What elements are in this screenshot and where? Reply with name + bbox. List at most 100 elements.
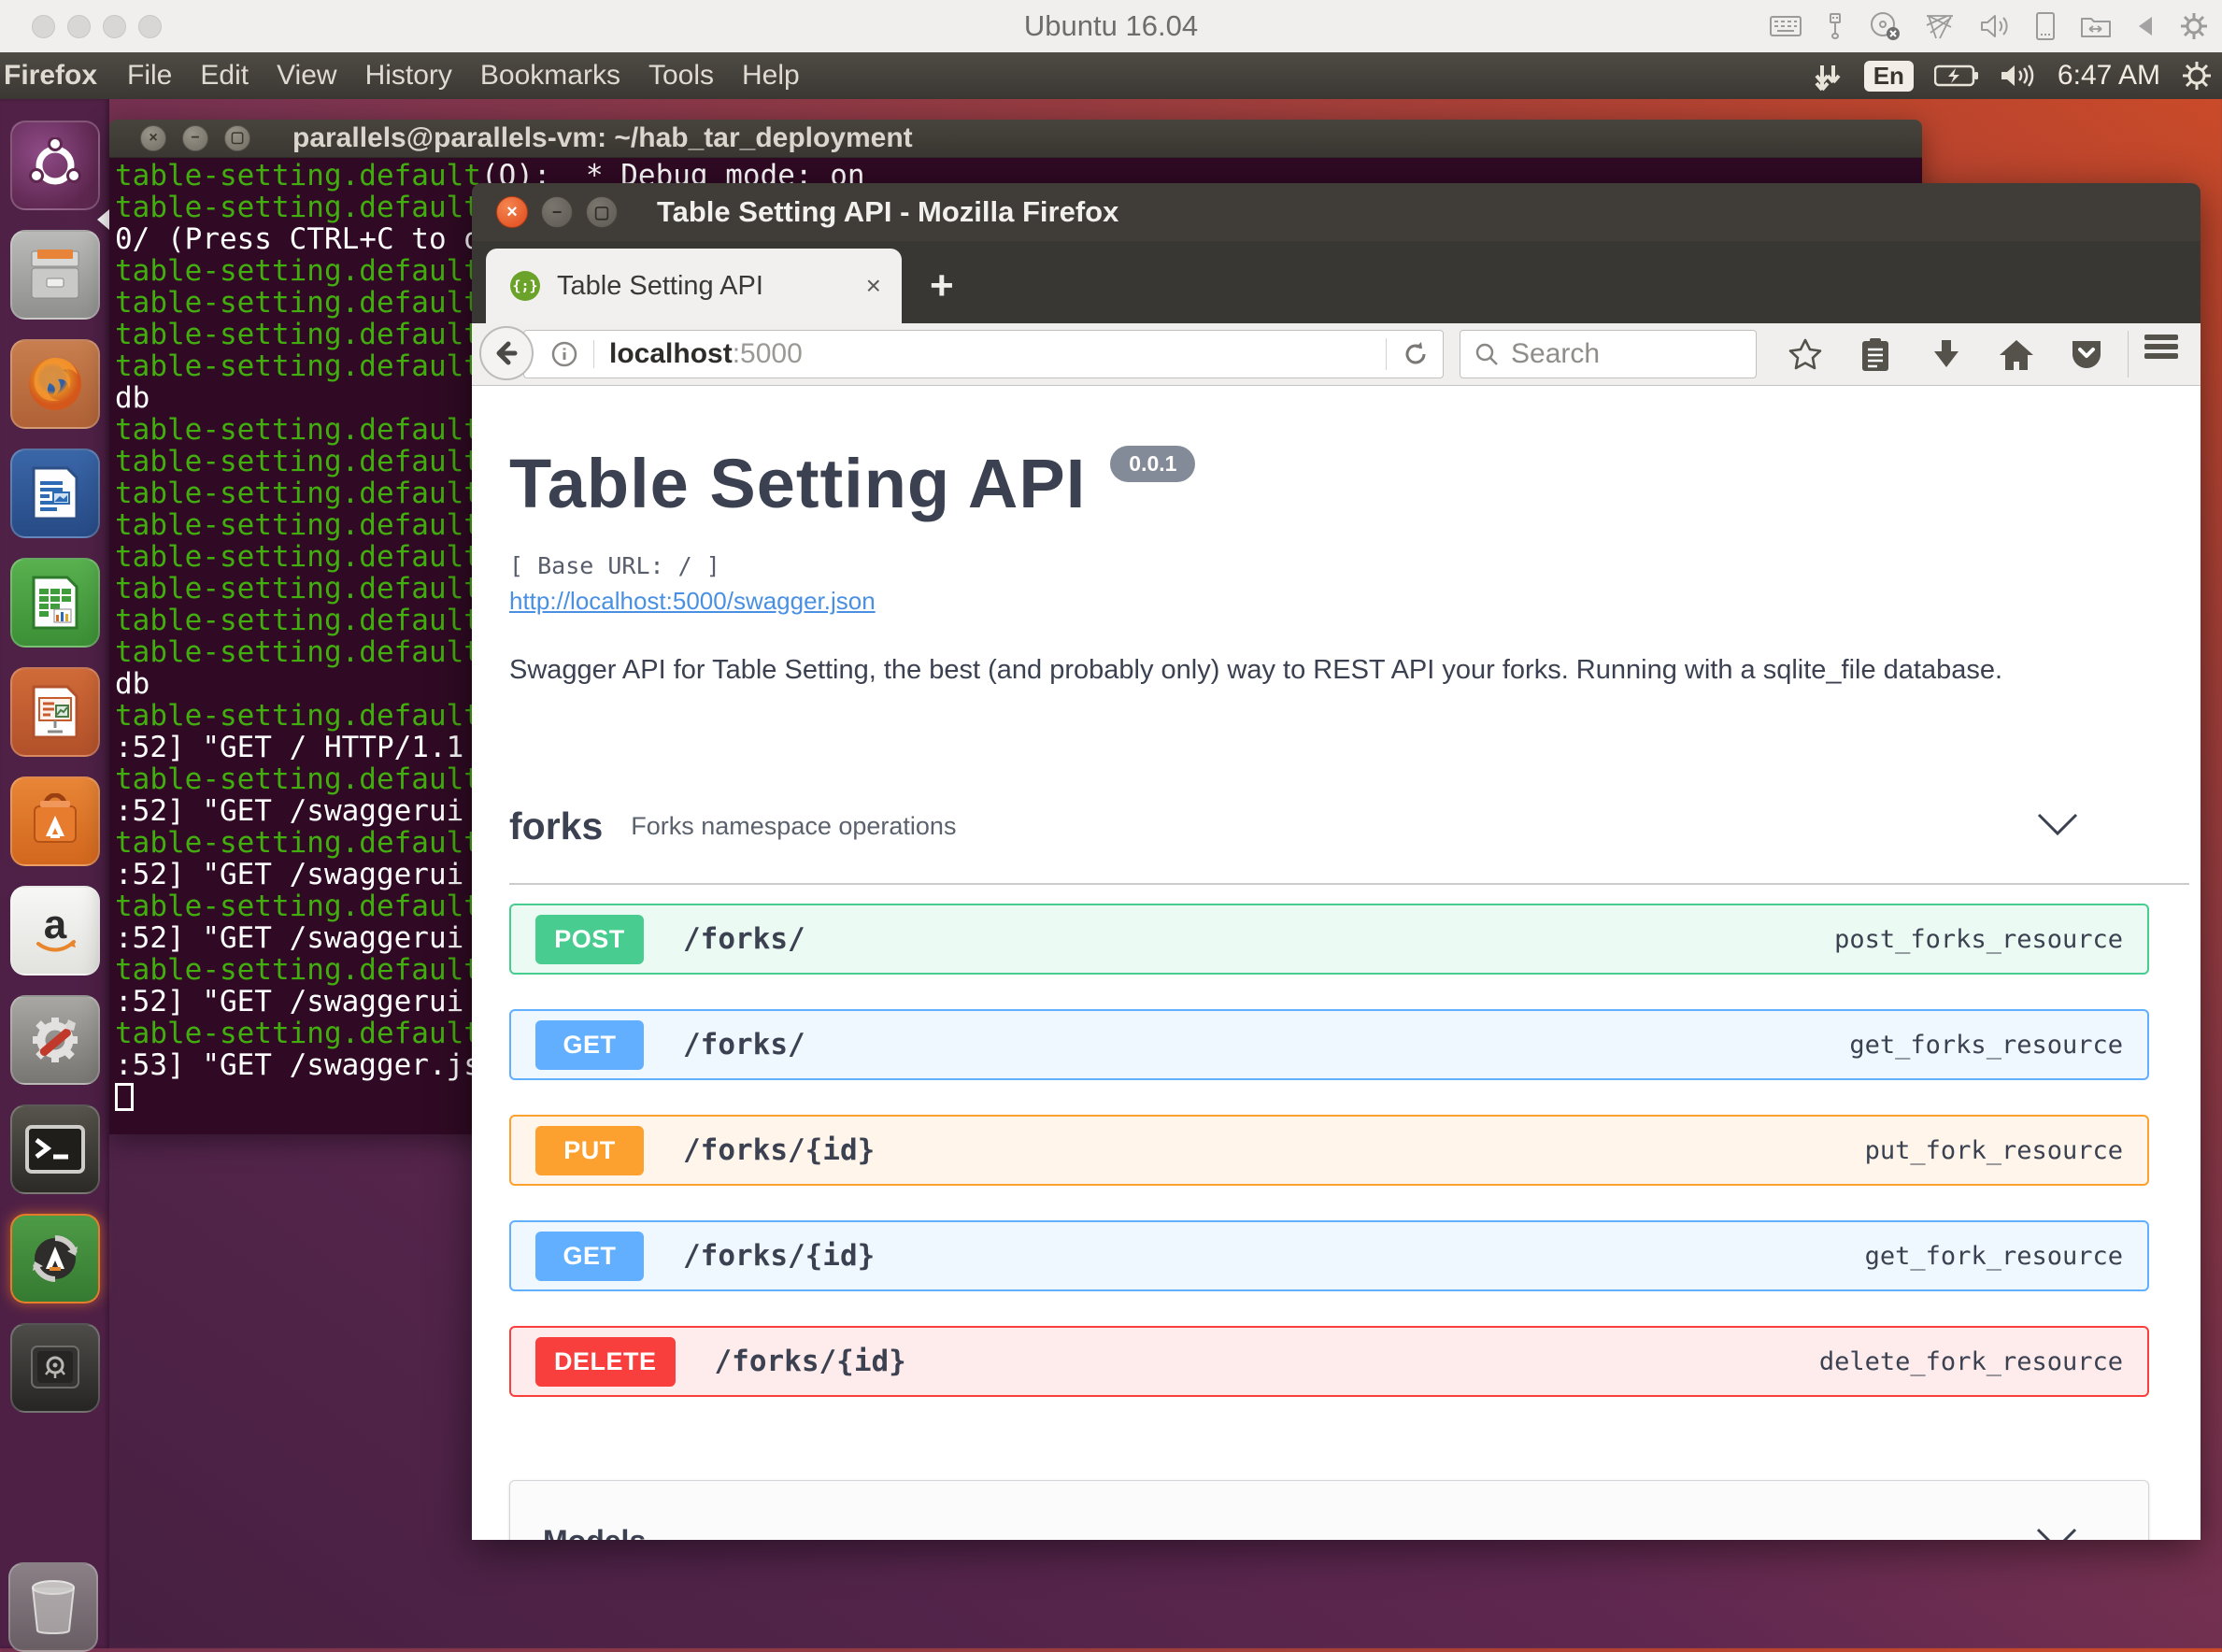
menu-help[interactable]: Help (742, 60, 800, 92)
launcher-item-libreoffice-impress[interactable] (10, 667, 100, 757)
usb-icon[interactable] (1826, 12, 1845, 40)
launcher-item-dash-home[interactable] (10, 121, 100, 210)
endpoint-post-forks[interactable]: POST /forks/ post_forks_resource (509, 904, 2149, 975)
endpoint-put-fork[interactable]: PUT /forks/{id} put_fork_resource (509, 1115, 2149, 1186)
menu-bookmarks[interactable]: Bookmarks (480, 60, 620, 92)
maximize-icon[interactable]: ▢ (224, 125, 250, 151)
back-arrow-icon (492, 339, 520, 367)
keyboard-layout-indicator[interactable]: En (1864, 61, 1914, 92)
network-icon[interactable] (1925, 12, 1955, 40)
url-host: localhost (609, 338, 733, 370)
launcher-item-libreoffice-calc[interactable] (10, 558, 100, 648)
volume-indicator-icon[interactable] (2000, 62, 2037, 90)
menu-file[interactable]: File (127, 60, 172, 92)
method-badge: DELETE (535, 1337, 676, 1387)
maximize-icon[interactable]: ▢ (586, 196, 618, 228)
ubuntu-logo-icon (27, 137, 83, 193)
software-updater-icon (26, 1230, 84, 1288)
endpoint-get-forks[interactable]: GET /forks/ get_forks_resource (509, 1009, 2149, 1080)
safe-icon (28, 1343, 82, 1393)
minimize-icon[interactable]: − (182, 125, 208, 151)
new-tab-button[interactable]: + (930, 265, 954, 306)
divider (593, 340, 594, 368)
gear-icon[interactable] (2179, 11, 2209, 41)
tab-table-setting-api[interactable]: {;} Table Setting API × (486, 249, 902, 323)
menu-edit[interactable]: Edit (200, 60, 249, 92)
trash-icon (27, 1578, 79, 1636)
reload-icon[interactable] (1402, 340, 1430, 368)
navigation-toolbar: localhost:5000 Search (472, 323, 2201, 386)
menu-view[interactable]: View (277, 60, 336, 92)
search-placeholder: Search (1511, 338, 1600, 370)
launcher-item-amazon[interactable]: a (10, 886, 100, 976)
swagger-json-link[interactable]: http://localhost:5000/swagger.json (509, 587, 876, 616)
divider (2128, 331, 2129, 377)
amazon-icon: a (27, 903, 83, 959)
window-title: Table Setting API - Mozilla Firefox (657, 195, 1118, 229)
launcher-item-firefox[interactable] (10, 339, 100, 429)
firefox-icon (24, 353, 86, 415)
launcher-item-system-settings[interactable] (10, 995, 100, 1085)
battery-icon[interactable] (1934, 63, 1979, 89)
terminal-title: parallels@parallels-vm: ~/hab_tar_deploy… (292, 122, 913, 154)
url-bar[interactable]: localhost:5000 (523, 330, 1444, 378)
tab-title: Table Setting API (557, 271, 763, 302)
menu-history[interactable]: History (365, 60, 452, 92)
endpoint-get-fork[interactable]: GET /forks/{id} get_fork_resource (509, 1220, 2149, 1291)
session-gear-icon[interactable] (2181, 60, 2213, 92)
endpoint-path: /forks/ (683, 1028, 805, 1061)
close-icon[interactable]: × (496, 196, 528, 228)
bookmarks-list-icon[interactable] (1855, 335, 1896, 376)
firefox-titlebar[interactable]: × − ▢ Table Setting API - Mozilla Firefo… (472, 183, 2201, 241)
tab-close-icon[interactable]: × (866, 271, 881, 301)
bookmark-star-icon[interactable] (1785, 335, 1826, 376)
volume-icon[interactable] (1979, 12, 2011, 40)
play-icon[interactable] (2136, 15, 2155, 37)
endpoint-delete-fork[interactable]: DELETE /forks/{id} delete_fork_resource (509, 1326, 2149, 1397)
method-badge: PUT (535, 1126, 644, 1175)
endpoint-path: /forks/{id} (683, 1239, 875, 1273)
terminal-cursor (115, 1083, 134, 1111)
api-title-row: Table Setting API 0.0.1 (509, 444, 1195, 523)
terminal-titlebar[interactable]: × − ▢ parallels@parallels-vm: ~/hab_tar_… (109, 120, 1922, 158)
close-icon[interactable]: × (140, 125, 166, 151)
terminal-icon (25, 1125, 85, 1174)
site-info-icon[interactable] (550, 340, 578, 368)
base-url: [ Base URL: / ] (509, 552, 720, 579)
pocket-icon[interactable] (2066, 335, 2107, 376)
cd-icon[interactable] (1869, 11, 1901, 41)
menu-hamburger-icon[interactable] (2144, 331, 2178, 372)
launcher-item-libreoffice-writer[interactable] (10, 449, 100, 538)
search-icon (1474, 341, 1500, 367)
chevron-down-icon[interactable] (2036, 812, 2079, 841)
operation-id: get_forks_resource (1849, 1031, 2123, 1060)
forks-section-header[interactable]: forks Forks namespace operations (509, 805, 2149, 848)
downloads-icon[interactable] (1926, 335, 1967, 376)
launcher-item-trash[interactable] (8, 1562, 98, 1652)
device-icon[interactable] (2035, 11, 2056, 41)
swagger-page: Table Setting API 0.0.1 [ Base URL: / ] … (472, 386, 2201, 1540)
launcher-item-software-updater[interactable] (10, 1214, 100, 1303)
launcher-item-ubuntu-software[interactable] (10, 776, 100, 866)
back-button[interactable] (479, 326, 534, 380)
menu-tools[interactable]: Tools (648, 60, 714, 92)
clock[interactable]: 6:47 AM (2058, 60, 2160, 92)
divider (1386, 338, 1387, 370)
method-badge: POST (535, 915, 644, 964)
launcher-item-passwords-safe[interactable] (10, 1323, 100, 1413)
chevron-down-icon[interactable] (2035, 1527, 2078, 1541)
shared-folder-icon[interactable] (2080, 13, 2112, 39)
launcher-item-terminal[interactable] (10, 1104, 100, 1194)
minimize-icon[interactable]: − (541, 196, 573, 228)
launcher-item-files[interactable] (10, 230, 100, 320)
tab-bar: {;} Table Setting API × + (472, 241, 2201, 323)
ubuntu-menu-bar: Firefox File Edit View History Bookmarks… (0, 52, 2222, 99)
keyboard-icon[interactable] (1770, 14, 1802, 38)
home-icon[interactable] (1996, 335, 2037, 376)
models-section[interactable]: Models (509, 1480, 2149, 1540)
search-input[interactable]: Search (1460, 330, 1757, 378)
active-app-name: Firefox (4, 60, 97, 92)
focused-app-indicator (97, 209, 109, 230)
file-cabinet-icon (26, 248, 84, 302)
sync-arrows-icon[interactable] (1812, 60, 1844, 92)
